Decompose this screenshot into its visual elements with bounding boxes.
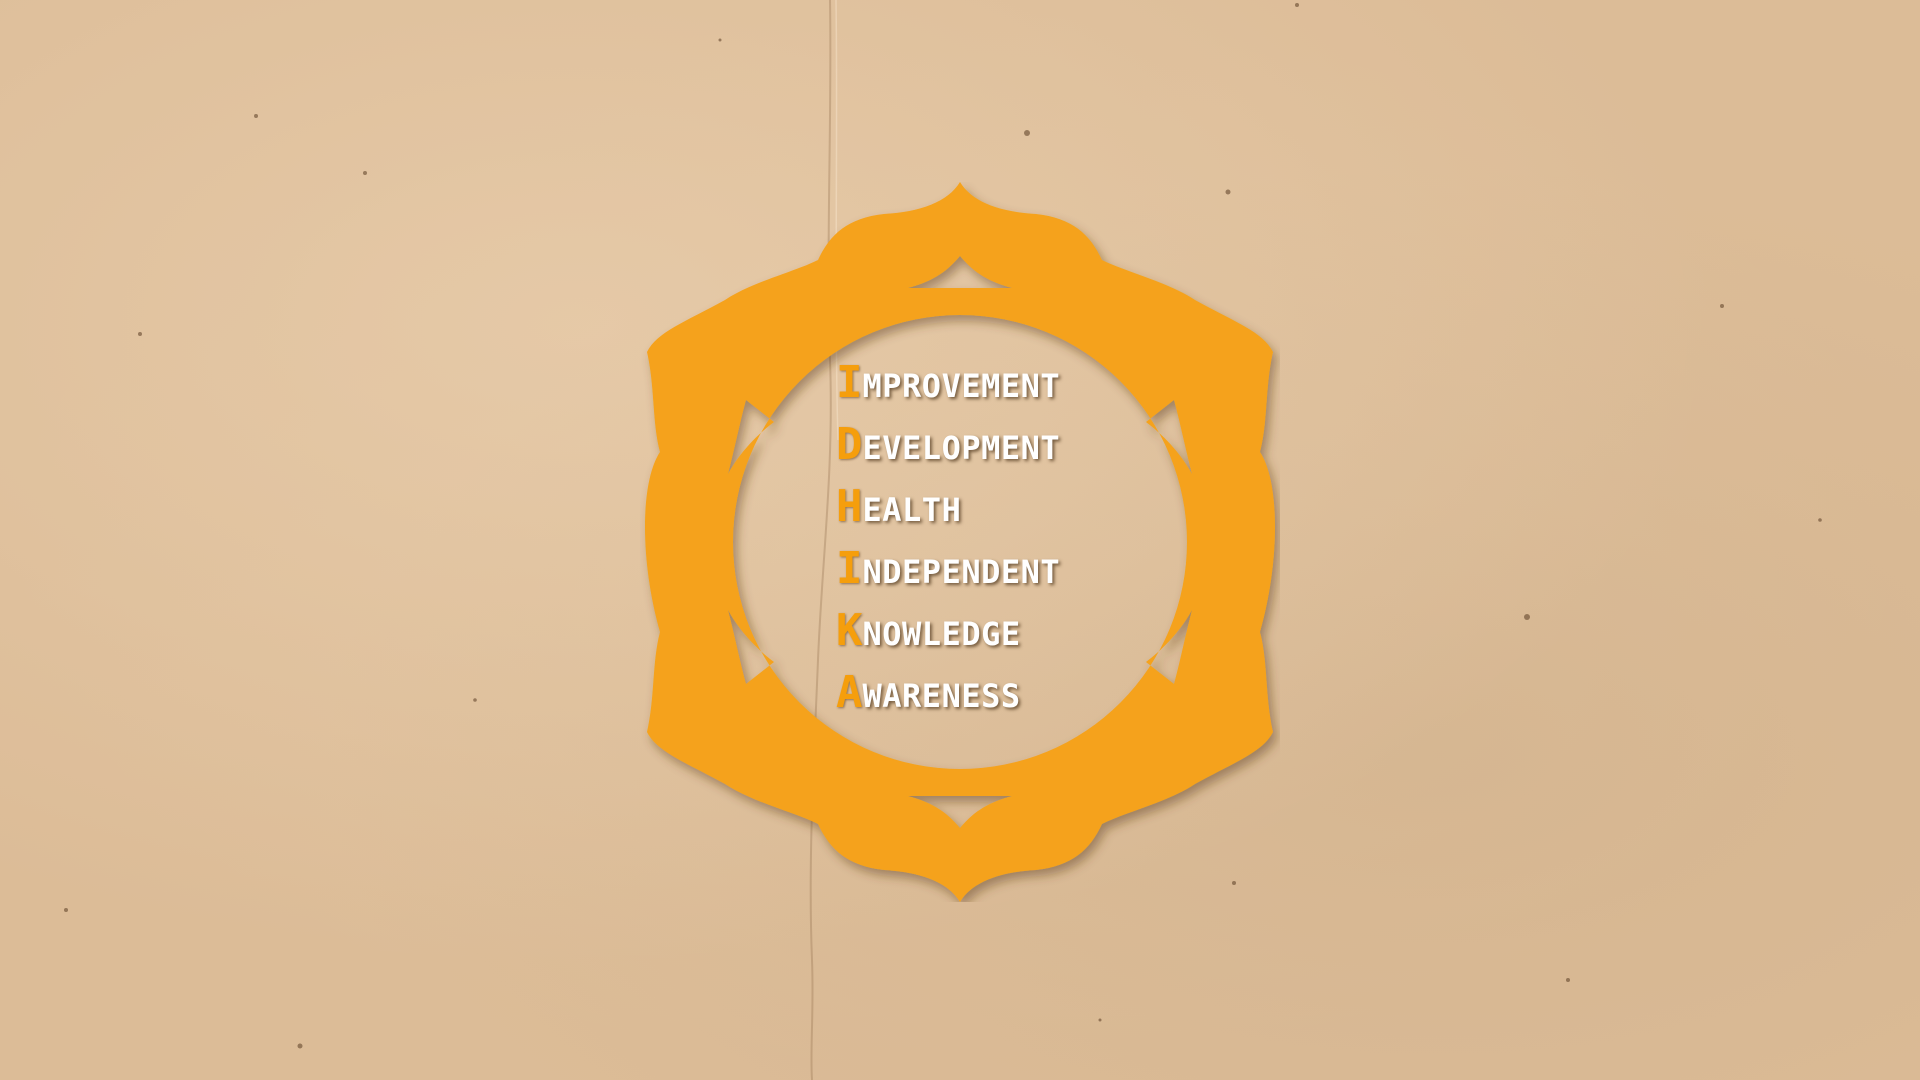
acronym-row-health: H EALTH — [836, 476, 1060, 538]
acronym-word-rest: NOWLEDGE — [862, 615, 1021, 653]
acronym-row-awareness: A WARENESS — [836, 662, 1060, 724]
acronym-row-improvement: I MPROVEMENT — [836, 352, 1060, 414]
acronym-initial: K — [836, 605, 863, 656]
acronym-row-development: D EVELOPMENT — [836, 414, 1060, 476]
acronym-row-knowledge: K NOWLEDGE — [836, 600, 1060, 662]
acronym-word-rest: WARENESS — [862, 677, 1021, 715]
acronym-initial: I — [836, 543, 863, 594]
acronym-initial: I — [836, 357, 863, 408]
acronym-list: I MPROVEMENT D EVELOPMENT H EALTH I NDEPENDE… — [836, 352, 1060, 724]
acronym-word-rest: EVELOPMENT — [862, 429, 1061, 467]
acronym-initial: D — [836, 419, 863, 470]
acronym-word-rest: EALTH — [862, 491, 962, 529]
acronym-word-rest: NDEPENDENT — [862, 553, 1061, 591]
acronym-initial: H — [836, 481, 863, 532]
acronym-initial: A — [836, 667, 863, 718]
acronym-row-independent: I NDEPENDENT — [836, 538, 1060, 600]
acronym-word-rest: MPROVEMENT — [862, 367, 1061, 405]
